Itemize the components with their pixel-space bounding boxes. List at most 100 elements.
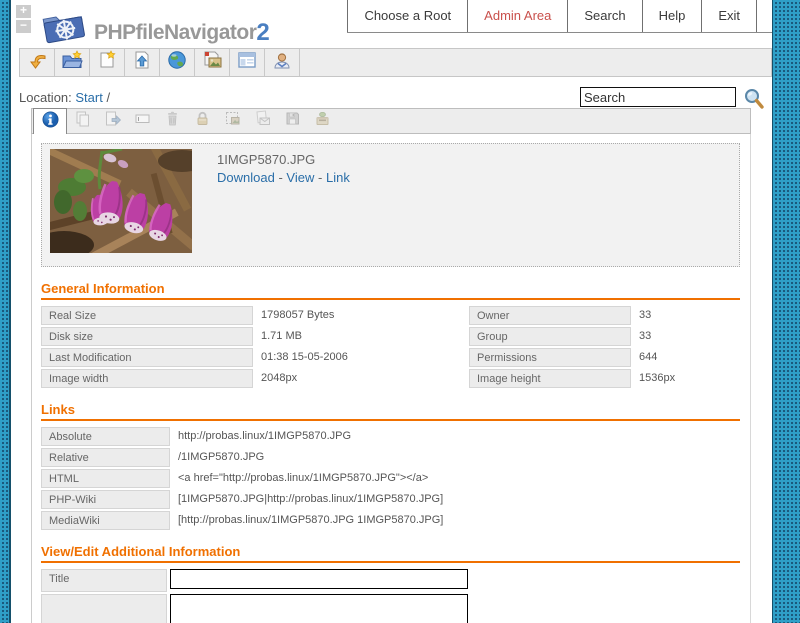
row-label: Disk size	[41, 327, 253, 346]
description-field[interactable]	[170, 594, 468, 623]
additional-info-heading: View/Edit Additional Information	[41, 544, 740, 563]
table-row: Relative /1IMGP5870.JPG	[41, 448, 740, 467]
file-preview-box: 1IMGP5870.JPG Download - View - Link	[34, 134, 740, 267]
table-row: PHP-Wiki [1IMGP5870.JPG|http://probas.li…	[41, 490, 740, 509]
tab-copy[interactable]	[67, 109, 97, 133]
row-value: 33	[639, 309, 652, 321]
logo-folder-icon	[38, 4, 88, 51]
link-separator: -	[278, 170, 283, 185]
menu-end-divider	[756, 0, 772, 32]
main-toolbar	[19, 48, 772, 77]
tab-rename[interactable]	[127, 109, 157, 133]
new-folder-icon	[61, 49, 83, 76]
row-label: Last Modification	[41, 348, 253, 367]
toolbar-button-new-folder[interactable]	[55, 49, 90, 76]
save-icon	[284, 110, 301, 132]
tab-move[interactable]	[97, 109, 127, 133]
row-value: 1798057 Bytes	[261, 309, 335, 321]
location-bar: Location: Start /	[19, 90, 110, 105]
tab-archive[interactable]	[307, 109, 337, 133]
delete-icon	[164, 110, 181, 132]
toolbar-button-paste-image[interactable]	[195, 49, 230, 76]
table-row: Real Size 1798057 Bytes Owner 33	[41, 306, 740, 325]
internet-icon	[166, 49, 188, 76]
collapse-button[interactable]: −	[16, 19, 31, 33]
move-icon	[104, 110, 121, 132]
image-thumbnail[interactable]	[34, 134, 206, 261]
paste-image-icon	[201, 49, 223, 76]
menu-item-exit[interactable]: Exit	[701, 0, 756, 32]
form-row: Title	[41, 569, 740, 592]
preview-details: 1IMGP5870.JPG Download - View - Link	[217, 152, 350, 185]
additional-info-form: Title Description	[41, 569, 740, 623]
table-row: HTML <a href="http://probas.linux/1IMGP5…	[41, 469, 740, 488]
title-field[interactable]	[170, 569, 468, 589]
link-link[interactable]: Link	[326, 170, 350, 185]
view-link[interactable]: View	[286, 170, 314, 185]
row-value: 1536px	[639, 372, 676, 384]
row-value: [1IMGP5870.JPG|http://probas.linux/1IMGP…	[178, 493, 444, 505]
menu-item-admin-area[interactable]: Admin Area	[467, 0, 567, 32]
tab-delete[interactable]	[157, 109, 187, 133]
row-value: 2048px	[261, 372, 298, 384]
row-value: /1IMGP5870.JPG	[178, 451, 265, 463]
window-view-icon	[236, 49, 258, 76]
lock-icon	[194, 110, 211, 132]
upload-file-icon	[131, 49, 153, 76]
tab-send-mail[interactable]	[247, 109, 277, 133]
table-row: Disk size 1.71 MB Group 33	[41, 327, 740, 346]
tab-info[interactable]	[33, 108, 67, 134]
file-action-tabs	[31, 108, 751, 134]
rename-icon	[134, 110, 151, 132]
send-mail-icon	[254, 110, 271, 132]
user-icon	[271, 49, 293, 76]
table-row: MediaWiki [http://probas.linux/1IMGP5870…	[41, 511, 740, 530]
row-label: Owner	[469, 306, 631, 325]
select-image-icon	[224, 110, 241, 132]
tab-save[interactable]	[277, 109, 307, 133]
row-label: Group	[469, 327, 631, 346]
toolbar-button-window-view[interactable]	[230, 49, 265, 76]
left-edge-decoration	[0, 0, 11, 623]
field-label: Description	[41, 594, 167, 623]
toolbar-button-user[interactable]	[265, 49, 300, 76]
breadcrumb-root-link[interactable]: Start	[75, 90, 102, 105]
row-value: http://probas.linux/1IMGP5870.JPG	[178, 430, 352, 442]
menu-item-search[interactable]: Search	[567, 0, 641, 32]
download-link[interactable]: Download	[217, 170, 275, 185]
row-label: Image height	[469, 369, 631, 388]
breadcrumb-separator: /	[106, 90, 111, 105]
file-action-links: Download - View - Link	[217, 170, 350, 185]
row-value: [http://probas.linux/1IMGP5870.JPG 1IMGP…	[178, 514, 444, 526]
file-name: 1IMGP5870.JPG	[217, 152, 316, 167]
field-label: Title	[41, 569, 167, 592]
toolbar-button-upload-file[interactable]	[125, 49, 160, 76]
toolbar-button-back[interactable]	[20, 49, 55, 76]
link-separator: -	[318, 170, 323, 185]
tab-select-image[interactable]	[217, 109, 247, 133]
right-edge-decoration	[772, 0, 800, 623]
copy-icon	[74, 110, 91, 132]
row-value: 33	[639, 330, 652, 342]
menu-item-choose-root[interactable]: Choose a Root	[347, 0, 467, 32]
archive-icon	[314, 110, 331, 132]
row-value: 01:38 15-05-2006	[261, 351, 348, 363]
search-input[interactable]	[580, 87, 736, 107]
toolbar-button-internet[interactable]	[160, 49, 195, 76]
row-value: <a href="http://probas.linux/1IMGP5870.J…	[178, 472, 429, 484]
row-value: 1.71 MB	[261, 330, 302, 342]
info-icon	[42, 111, 59, 133]
row-label: PHP-Wiki	[41, 490, 170, 509]
menu-item-help[interactable]: Help	[641, 0, 702, 32]
row-label: Permissions	[469, 348, 631, 367]
table-row: Absolute http://probas.linux/1IMGP5870.J…	[41, 427, 740, 446]
table-row: Image width 2048px Image height 1536px	[41, 369, 740, 388]
expand-button[interactable]: +	[16, 4, 31, 18]
row-label: Real Size	[41, 306, 253, 325]
logo-version: 2	[256, 19, 270, 46]
toolbar-button-new-file[interactable]	[90, 49, 125, 76]
row-label: Absolute	[41, 427, 170, 446]
form-row: Description	[41, 594, 740, 623]
tab-lock[interactable]	[187, 109, 217, 133]
collapse-controls: + −	[16, 4, 31, 35]
